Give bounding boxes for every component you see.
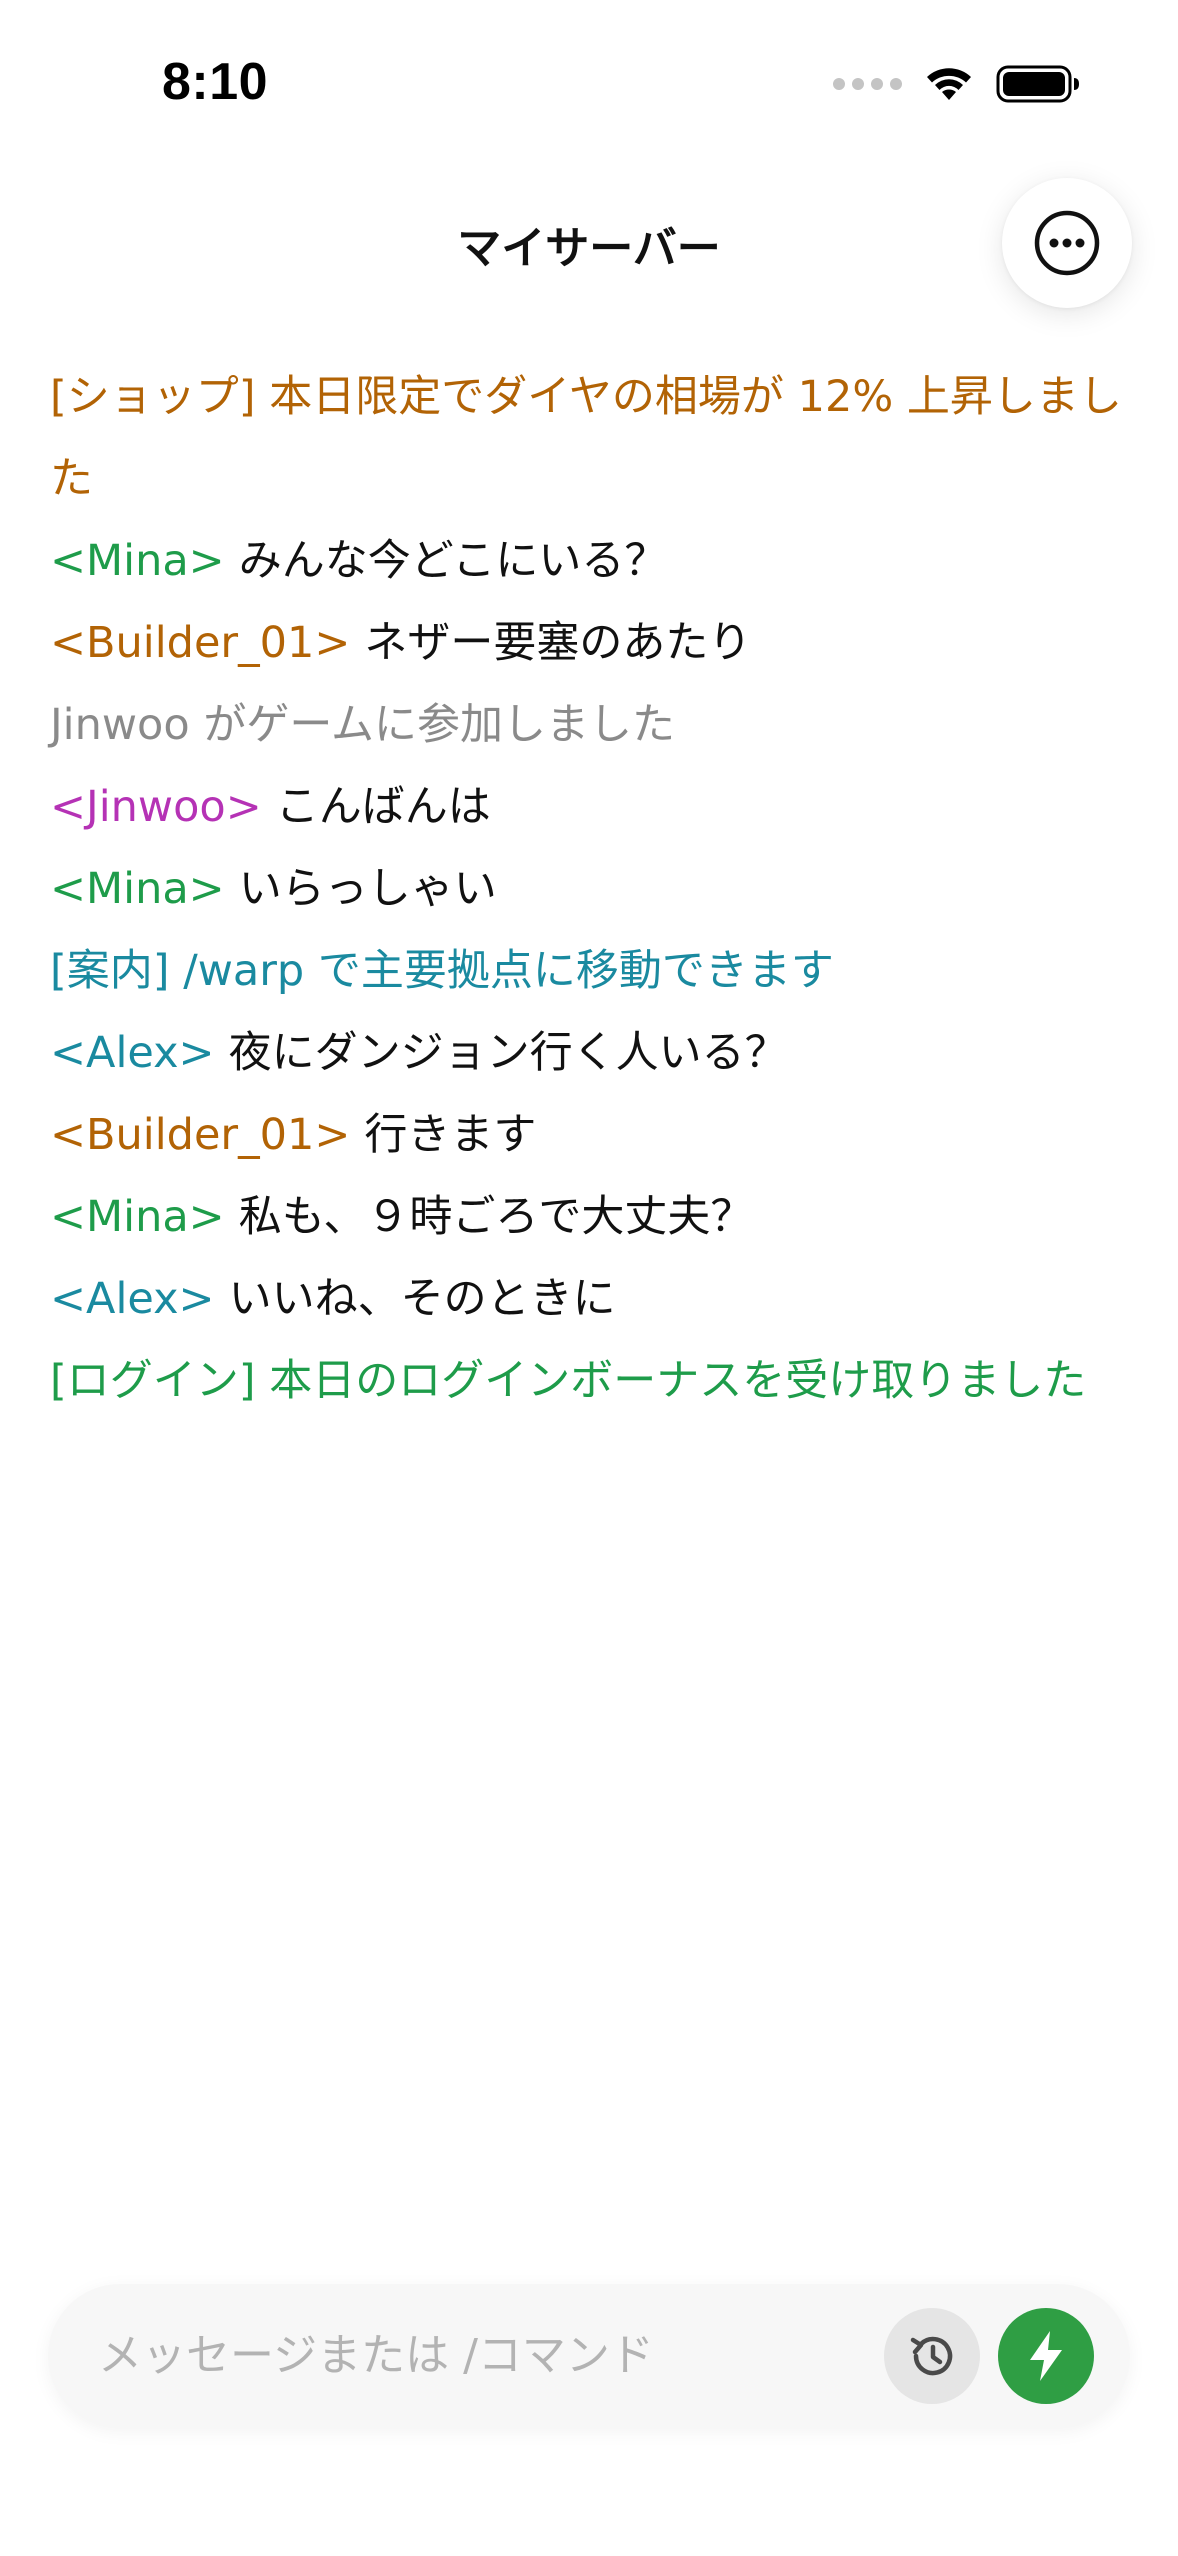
message-input-bar: メッセージまたは /コマンド bbox=[48, 2284, 1130, 2428]
battery-icon bbox=[996, 65, 1079, 103]
chat-message-text: 夜にダンジョン行く人いる？ bbox=[228, 1028, 788, 1078]
chat-message: <Builder_01> 行きます bbox=[50, 1094, 1140, 1176]
chat-message: [案内] /warp で主要拠点に移動できます bbox=[50, 930, 1140, 1012]
message-input[interactable]: メッセージまたは /コマンド bbox=[98, 2284, 654, 2428]
status-bar: 8:10 bbox=[0, 0, 1178, 150]
notice-message-text: [ログイン] 本日のログインボーナスを受け取りました bbox=[50, 1356, 1087, 1406]
chat-player-name: <Builder_01> bbox=[50, 618, 351, 668]
chat-player-name: <Builder_01> bbox=[50, 1110, 351, 1160]
chat-message: <Jinwoo> こんばんは bbox=[50, 766, 1140, 848]
chat-message-text: 行きます bbox=[364, 1110, 537, 1160]
wifi-icon bbox=[927, 68, 971, 100]
chat-log: [ショップ] 本日限定でダイヤの相場が 12% 上昇しました <Mina> みんな今… bbox=[50, 356, 1140, 1422]
status-icons bbox=[833, 64, 1080, 104]
notice-message-text: [案内] /warp で主要拠点に移動できます bbox=[50, 946, 834, 996]
system-message-text: Jinwoo がゲームに参加しました bbox=[50, 700, 676, 750]
chat-message: [ショップ] 本日限定でダイヤの相場が 12% 上昇しました bbox=[50, 356, 1140, 520]
signal-icon bbox=[833, 78, 902, 90]
history-icon bbox=[910, 2336, 953, 2376]
app-screen: 8:10 マイサーバー [ショップ] 本日限定でダイヤの相場が 12% 上昇しま… bbox=[0, 0, 1178, 2556]
chat-message-text: 私も、９時ごろで大丈夫？ bbox=[238, 1192, 754, 1242]
chat-message: <Mina> 私も、９時ごろで大丈夫？ bbox=[50, 1176, 1140, 1258]
chat-message-text: いいね、そのときに bbox=[228, 1274, 616, 1324]
send-button[interactable] bbox=[998, 2308, 1094, 2404]
chat-message-text: みんな今どこにいる？ bbox=[238, 536, 668, 586]
chat-message-text: ネザー要塞のあたり bbox=[364, 618, 752, 668]
chat-message: <Alex> いいね、そのときに bbox=[50, 1258, 1140, 1340]
chat-player-name: <Alex> bbox=[50, 1028, 215, 1078]
chat-message-text: いらっしゃい bbox=[238, 864, 497, 914]
chat-player-name: <Jinwoo> bbox=[50, 782, 262, 832]
chat-message: Jinwoo がゲームに参加しました bbox=[50, 684, 1140, 766]
chat-message: <Alex> 夜にダンジョン行く人いる？ bbox=[50, 1012, 1140, 1094]
chat-message: <Mina> いらっしゃい bbox=[50, 848, 1140, 930]
chat-message: [ログイン] 本日のログインボーナスを受け取りました bbox=[50, 1340, 1140, 1422]
chat-player-name: <Alex> bbox=[50, 1274, 215, 1324]
notice-message-text: [ショップ] 本日限定でダイヤの相場が 12% 上昇しました bbox=[50, 372, 1122, 504]
chat-player-name: <Mina> bbox=[50, 1192, 225, 1242]
chat-message: <Mina> みんな今どこにいる？ bbox=[50, 520, 1140, 602]
more-horizontal-icon bbox=[1034, 210, 1100, 276]
more-button[interactable] bbox=[1002, 178, 1132, 308]
history-button[interactable] bbox=[884, 2308, 980, 2404]
chat-player-name: <Mina> bbox=[50, 536, 225, 586]
chat-message: <Builder_01> ネザー要塞のあたり bbox=[50, 602, 1140, 684]
lightning-bolt-icon bbox=[1030, 2331, 1062, 2381]
chat-message-text: こんばんは bbox=[275, 782, 491, 832]
nav-header: マイサーバー bbox=[0, 170, 1178, 310]
status-time: 8:10 bbox=[162, 53, 269, 111]
chat-player-name: <Mina> bbox=[50, 864, 225, 914]
